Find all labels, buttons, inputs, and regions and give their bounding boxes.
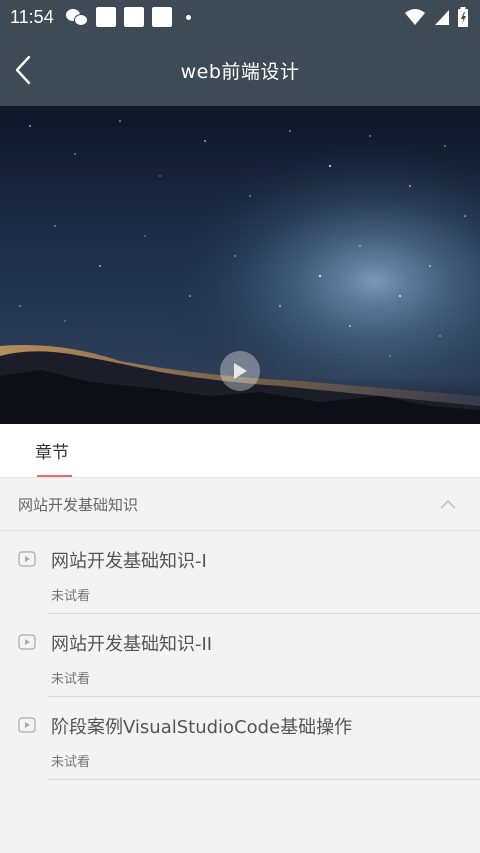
video-player[interactable] bbox=[0, 106, 480, 424]
tab-chapters[interactable]: 章节 bbox=[35, 438, 69, 463]
app-header: web前端设计 bbox=[0, 34, 480, 106]
wechat-icon bbox=[65, 9, 88, 26]
lesson-title: 阶段案例VisualStudioCode基础操作 bbox=[51, 717, 353, 738]
notification-icon bbox=[151, 7, 172, 27]
signal-icon bbox=[435, 10, 449, 25]
video-icon bbox=[18, 717, 36, 733]
system-icons bbox=[404, 7, 468, 27]
status-bar: 11:54 bbox=[0, 0, 480, 34]
notification-icons bbox=[65, 7, 191, 27]
chevron-left-icon bbox=[15, 55, 31, 85]
lesson-item[interactable]: 阶段案例VisualStudioCode基础操作 未试看 bbox=[0, 697, 480, 780]
lesson-item[interactable]: 网站开发基础知识-II 未试看 bbox=[0, 614, 480, 697]
notification-icon bbox=[95, 7, 116, 27]
page-title: web前端设计 bbox=[180, 60, 300, 83]
lesson-status: 未试看 bbox=[51, 589, 91, 604]
tab-bar: 章节 bbox=[0, 424, 480, 478]
more-notifications-icon bbox=[185, 14, 191, 20]
lesson-title: 网站开发基础知识-II bbox=[51, 634, 213, 655]
tab-indicator bbox=[37, 475, 72, 477]
lesson-status: 未试看 bbox=[51, 672, 91, 687]
chapter-header[interactable]: 网站开发基础知识 bbox=[0, 478, 480, 531]
chapter-title: 网站开发基础知识 bbox=[18, 495, 139, 514]
lesson-status: 未试看 bbox=[51, 755, 91, 770]
status-time: 11:54 bbox=[10, 6, 54, 27]
lesson-title: 网站开发基础知识-I bbox=[51, 551, 207, 572]
back-button[interactable] bbox=[10, 54, 36, 86]
notification-icon bbox=[123, 7, 144, 27]
video-icon bbox=[18, 551, 36, 567]
video-icon bbox=[18, 634, 36, 650]
play-button[interactable] bbox=[220, 351, 260, 391]
chapter-section: 网站开发基础知识 网站开发基础知识-I 未试看 网站开发基础知识-II 未试看 … bbox=[0, 478, 480, 853]
play-icon bbox=[234, 363, 247, 379]
wifi-icon bbox=[405, 9, 425, 25]
lesson-item[interactable]: 网站开发基础知识-I 未试看 bbox=[0, 531, 480, 614]
chevron-up-icon bbox=[440, 500, 456, 509]
battery-icon bbox=[458, 7, 468, 27]
